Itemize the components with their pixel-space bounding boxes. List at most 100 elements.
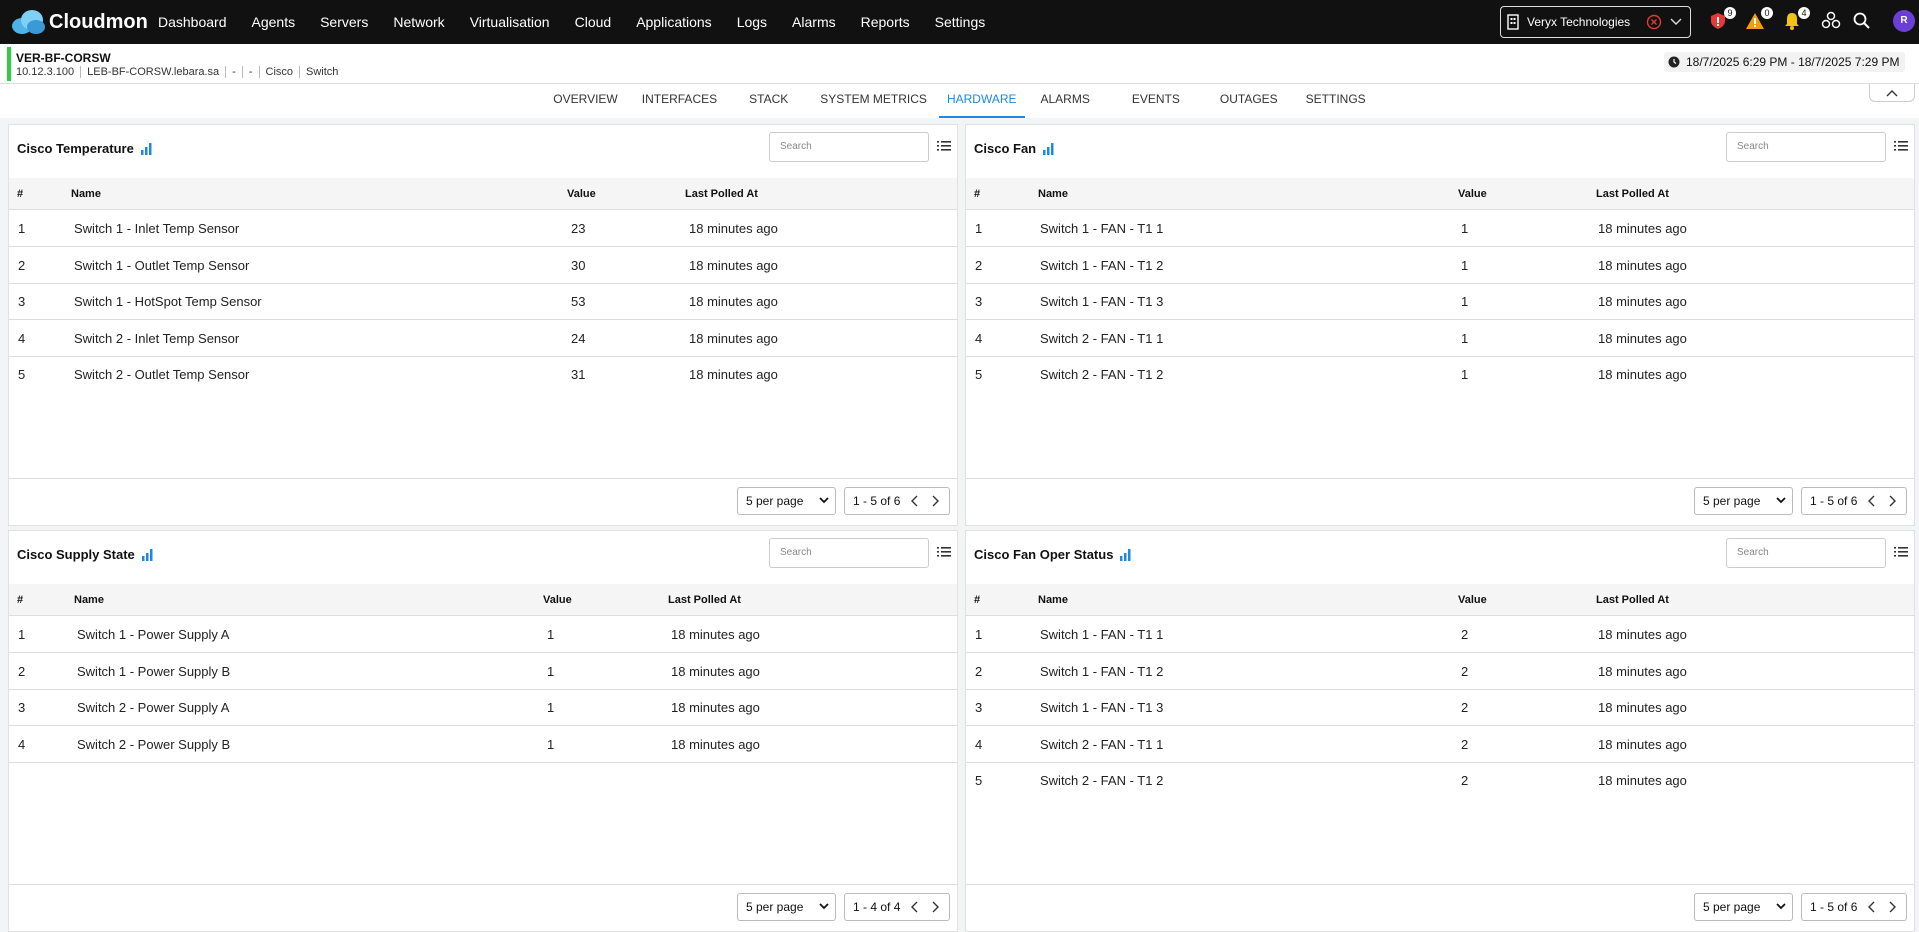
bar-chart-icon[interactable] [1119,548,1133,561]
table-row[interactable]: 2 Switch 1 - FAN - T1 2 2 18 minutes ago [966,654,1914,690]
critical-alerts-button[interactable]: 9 [1708,7,1736,33]
chevron-right-icon[interactable] [1888,495,1896,507]
nav-network[interactable]: Network [393,14,444,30]
nav-alarms[interactable]: Alarms [792,14,836,30]
table-row[interactable]: 1 Switch 1 - Power Supply A 1 18 minutes ag… [9,617,957,653]
chevron-left-icon[interactable] [911,495,919,507]
column-settings-button[interactable] [937,139,951,157]
table-row[interactable]: 3 Switch 1 - FAN - T1 3 1 18 minutes ago [966,284,1914,320]
app-logo[interactable]: Cloudmon [10,0,150,44]
chevron-left-icon[interactable] [1868,495,1876,507]
chevron-left-icon[interactable] [1868,901,1876,913]
col-num-header[interactable]: # [17,178,23,210]
device-field-2: - [241,66,259,78]
nav-reports[interactable]: Reports [861,14,910,30]
table-row[interactable]: 5 Switch 2 - FAN - T1 2 1 18 minutes ago [966,357,1914,393]
nav-servers[interactable]: Servers [320,14,368,30]
notifications-button[interactable]: 4 [1782,7,1810,33]
col-name-header[interactable]: Name [1038,178,1068,210]
col-name-header[interactable]: Name [71,178,101,210]
col-polled-header[interactable]: Last Polled At [668,584,741,616]
notification-count-badge: 4 [1798,7,1810,19]
table-row[interactable]: 3 Switch 1 - FAN - T1 3 2 18 minutes ago [966,690,1914,726]
panel-search-input[interactable]: Search [769,132,929,162]
row-polled: 18 minutes ago [689,294,778,309]
nav-cloud[interactable]: Cloud [575,14,612,30]
tab-system-metrics[interactable]: SYSTEM METRICS [808,84,939,118]
device-host: LEB-BF-CORSW.lebara.sa [80,66,225,78]
panel-title: Cisco Supply State [17,547,135,562]
integrations-button[interactable] [1821,11,1843,33]
clear-icon[interactable] [1646,14,1662,30]
chevron-down-icon[interactable] [1670,18,1682,26]
nav-settings[interactable]: Settings [935,14,986,30]
nav-agents[interactable]: Agents [252,14,296,30]
per-page-select[interactable]: 5 per page [1694,893,1793,921]
col-polled-header[interactable]: Last Polled At [685,178,758,210]
table-row[interactable]: 4 Switch 2 - FAN - T1 1 1 18 minutes ago [966,321,1914,357]
bar-chart-icon[interactable] [140,142,154,155]
bar-chart-icon[interactable] [1042,142,1056,155]
tab-hardware[interactable]: HARDWARE [938,84,1025,118]
nav-applications[interactable]: Applications [636,14,712,30]
chevron-right-icon[interactable] [1888,901,1896,913]
col-num-header[interactable]: # [974,178,980,210]
table-row[interactable]: 1 Switch 1 - FAN - T1 1 1 18 minutes ago [966,211,1914,247]
table-row[interactable]: 2 Switch 1 - Power Supply B 1 18 minutes ag… [9,654,957,690]
col-value-header[interactable]: Value [543,584,572,616]
col-num-header[interactable]: # [974,584,980,616]
table-row[interactable]: 4 Switch 2 - Power Supply B 1 18 minutes ag… [9,727,957,763]
per-page-select[interactable]: 5 per page [737,487,836,515]
col-polled-header[interactable]: Last Polled At [1596,178,1669,210]
row-num: 3 [18,700,26,715]
panel-search-input[interactable]: Search [1726,132,1886,162]
table-row[interactable]: 4 Switch 2 - FAN - T1 1 2 18 minutes ago [966,727,1914,763]
table-row[interactable]: 3 Switch 2 - Power Supply A 1 18 minutes ag… [9,690,957,726]
col-value-header[interactable]: Value [1458,178,1487,210]
table-row[interactable]: 2 Switch 1 - Outlet Temp Sensor 30 18 minut… [9,248,957,284]
nav-virtualisation[interactable]: Virtualisation [470,14,550,30]
col-value-header[interactable]: Value [567,178,596,210]
table-row[interactable]: 2 Switch 1 - FAN - T1 2 1 18 minutes ago [966,248,1914,284]
row-num: 1 [975,221,983,236]
per-page-select[interactable]: 5 per page [1694,487,1793,515]
collapse-header-button[interactable] [1869,84,1915,102]
table-row[interactable]: 1 Switch 1 - FAN - T1 1 2 18 minutes ago [966,617,1914,653]
nav-dashboard[interactable]: Dashboard [158,14,227,30]
table-row[interactable]: 5 Switch 2 - FAN - T1 2 2 18 minutes ago [966,763,1914,799]
warning-alerts-button[interactable]: 0 [1745,7,1773,33]
tab-overview[interactable]: OVERVIEW [541,84,629,118]
tab-interfaces[interactable]: INTERFACES [630,84,729,118]
panel-search-input[interactable]: Search [1726,538,1886,568]
chevron-left-icon[interactable] [911,901,919,913]
bar-chart-icon[interactable] [141,548,155,561]
col-name-header[interactable]: Name [74,584,104,616]
user-avatar[interactable]: R [1893,10,1915,32]
row-num: 4 [975,330,983,346]
col-num-header[interactable]: # [17,584,23,616]
chevron-right-icon[interactable] [931,495,939,507]
chevron-right-icon[interactable] [931,901,939,913]
tab-alarms[interactable]: ALARMS [1025,84,1108,118]
global-search-button[interactable] [1852,11,1874,33]
table-row[interactable]: 5 Switch 2 - Outlet Temp Sensor 31 18 minut… [9,357,957,393]
table-row[interactable]: 1 Switch 1 - Inlet Temp Sensor 23 18 minute… [9,211,957,247]
org-selector[interactable]: Veryx Technologies [1500,6,1691,38]
tab-outages[interactable]: OUTAGES [1204,84,1294,118]
tab-settings[interactable]: SETTINGS [1294,84,1378,118]
col-value-header[interactable]: Value [1458,584,1487,616]
per-page-select[interactable]: 5 per page [737,893,836,921]
column-settings-button[interactable] [937,545,951,563]
column-settings-button[interactable] [1894,545,1908,563]
column-settings-button[interactable] [1894,139,1908,157]
pagination: 1 - 5 of 6 [844,487,950,515]
table-row[interactable]: 4 Switch 2 - Inlet Temp Sensor 24 18 minute… [9,321,957,357]
col-name-header[interactable]: Name [1038,584,1068,616]
table-row[interactable]: 3 Switch 1 - HotSpot Temp Sensor 53 18 minu… [9,284,957,320]
nav-logs[interactable]: Logs [737,14,767,30]
tab-events[interactable]: EVENTS [1108,84,1204,118]
col-polled-header[interactable]: Last Polled At [1596,584,1669,616]
tab-stack[interactable]: STACK [729,84,808,118]
time-range-picker[interactable]: 18/7/2025 6:29 PM - 18/7/2025 7:29 PM [1664,52,1906,72]
panel-search-input[interactable]: Search [769,538,929,568]
